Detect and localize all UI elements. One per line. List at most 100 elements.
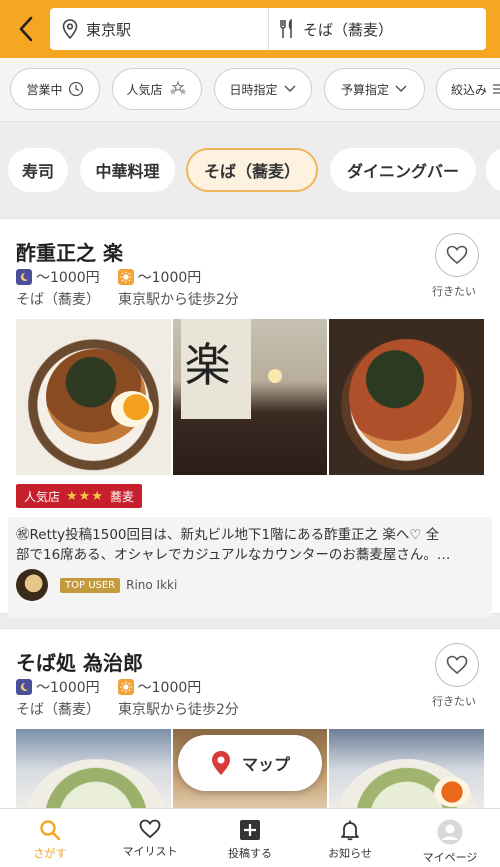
location-pin-icon xyxy=(62,19,78,39)
moon-icon xyxy=(16,679,32,695)
filter-popular[interactable]: 人気店 xyxy=(112,68,202,110)
interior-photo[interactable]: 楽 xyxy=(172,319,328,475)
search-icon xyxy=(40,820,61,841)
location-value: 東京駅 xyxy=(86,20,132,39)
restaurant-access: 東京駅から徒歩2分 xyxy=(118,702,239,718)
top-user-badge: TOP USER xyxy=(60,577,121,593)
wish-circle xyxy=(435,233,479,277)
review-text: ㊗Retty投稿1500回目は、新丸ビル地下1階にある酢重正之 楽へ♡ 全 部で… xyxy=(16,525,486,565)
badge-tag: 蕎麦 xyxy=(109,489,134,504)
restaurant-card[interactable]: 酢重正之 楽 〜1000円 〜1000円 そば（蕎麦） 東京駅から徒歩2分 行き… xyxy=(0,218,500,617)
sun-icon xyxy=(117,679,134,695)
map-button[interactable]: マップ xyxy=(178,735,322,791)
wish-label: 行きたい xyxy=(432,285,476,298)
tab-label: マイページ xyxy=(422,851,478,864)
map-button-label: マップ xyxy=(241,755,290,774)
food-photo[interactable] xyxy=(16,319,171,475)
badge-stars: ★★★ xyxy=(66,488,104,504)
avatar xyxy=(16,569,48,601)
review-box[interactable]: ㊗Retty投稿1500回目は、新丸ビル地下1階にある酢重正之 楽へ♡ 全 部で… xyxy=(8,517,492,617)
filter-date[interactable]: 日時指定 xyxy=(214,68,312,110)
filter-bar: 営業中 人気店 日時指定 予算指定 絞込み xyxy=(0,58,500,122)
dinner-price: 〜1000円 xyxy=(36,680,100,696)
filter-label: 絞込み xyxy=(451,82,488,97)
price-row: 〜1000円 〜1000円 xyxy=(16,677,201,697)
wish-circle xyxy=(435,643,479,687)
clock-icon xyxy=(68,81,83,97)
review-line: ㊗Retty投稿1500回目は、新丸ビル地下1階にある酢重正之 楽へ♡ 全 xyxy=(16,527,440,543)
back-button[interactable] xyxy=(12,14,40,44)
app-header: 東京駅 そば（蕎麦） xyxy=(0,0,500,58)
filter-open-now[interactable]: 営業中 xyxy=(10,68,100,110)
bell-icon xyxy=(341,820,359,841)
wish-button[interactable]: 行きたい xyxy=(432,643,480,709)
food-photo[interactable] xyxy=(329,729,484,819)
category-label: そば（蕎麦） xyxy=(203,162,300,181)
tab-label: 投稿する xyxy=(228,847,272,860)
restaurant-name: 酢重正之 楽 xyxy=(16,241,123,265)
popular-badge: 人気店 ★★★ 蕎麦 xyxy=(16,484,142,508)
lunch-price: 〜1000円 xyxy=(137,270,202,286)
wish-button[interactable]: 行きたい xyxy=(432,233,480,299)
tab-label: さがす xyxy=(33,847,67,860)
price-row: 〜1000円 〜1000円 xyxy=(16,267,201,287)
cutlery-icon xyxy=(280,19,292,38)
filter-icon xyxy=(493,84,500,94)
restaurant-meta: そば（蕎麦） 東京駅から徒歩2分 xyxy=(16,699,239,719)
tab-mypage[interactable]: マイページ xyxy=(400,809,500,867)
category-chinese[interactable]: 中華料理 xyxy=(80,148,175,192)
food-photo[interactable] xyxy=(329,319,484,475)
category-sushi[interactable]: 寿司 xyxy=(8,148,68,192)
restaurant-genre: そば（蕎麦） xyxy=(16,702,100,718)
review-line: 部で16席ある、オシャレでカジュアルなカウンターのお蕎麦屋さん。… xyxy=(16,547,451,563)
reviewer-name: Rino Ikki xyxy=(126,578,178,592)
heart-icon xyxy=(446,245,468,265)
dinner-price: 〜1000円 xyxy=(36,270,100,286)
filter-label: 日時指定 xyxy=(229,82,278,97)
photo-strip[interactable]: 楽 xyxy=(16,319,484,475)
restaurant-name: そば処 為治郎 xyxy=(16,651,143,675)
category-label: ダイニングバー xyxy=(346,162,459,181)
tab-label: お知らせ xyxy=(328,847,372,860)
wish-label: 行きたい xyxy=(432,695,476,708)
stars-icon xyxy=(168,81,187,95)
map-pin-icon xyxy=(211,751,230,775)
heart-icon xyxy=(446,655,468,675)
chevron-down-icon xyxy=(283,85,296,93)
plus-icon xyxy=(240,820,260,840)
location-field[interactable]: 東京駅 xyxy=(50,8,269,50)
tab-notifications[interactable]: お知らせ xyxy=(300,809,400,867)
category-label: 寿司 xyxy=(21,162,54,181)
filter-label: 人気店 xyxy=(126,82,163,97)
filter-label: 予算指定 xyxy=(340,82,389,97)
bottom-tab-bar: さがす マイリスト 投稿する お知らせ マイページ xyxy=(0,808,500,867)
filter-label: 営業中 xyxy=(26,82,63,97)
category-more[interactable] xyxy=(486,148,500,192)
chevron-left-icon xyxy=(19,16,33,42)
tab-mylist[interactable]: マイリスト xyxy=(100,809,200,867)
genre-value: そば（蕎麦） xyxy=(303,20,394,39)
filter-narrow[interactable]: 絞込み xyxy=(436,68,500,110)
restaurant-meta: そば（蕎麦） 東京駅から徒歩2分 xyxy=(16,289,239,309)
genre-field[interactable]: そば（蕎麦） xyxy=(269,8,486,50)
category-dining-bar[interactable]: ダイニングバー xyxy=(330,148,476,192)
photo-sign-text: 楽 xyxy=(184,338,231,392)
heart-icon xyxy=(139,819,161,839)
food-photo[interactable] xyxy=(16,729,171,819)
tab-search[interactable]: さがす xyxy=(0,809,100,867)
sun-icon xyxy=(117,269,134,285)
restaurant-genre: そば（蕎麦） xyxy=(16,292,100,308)
filter-budget[interactable]: 予算指定 xyxy=(324,68,425,110)
category-bar: 寿司 中華料理 そば（蕎麦） ダイニングバー xyxy=(0,122,500,216)
search-bar: 東京駅 そば（蕎麦） xyxy=(50,8,486,50)
tab-post[interactable]: 投稿する xyxy=(200,809,300,867)
moon-icon xyxy=(16,269,32,285)
user-icon xyxy=(437,819,463,845)
category-soba[interactable]: そば（蕎麦） xyxy=(186,148,318,192)
category-label: 中華料理 xyxy=(95,162,160,181)
tab-label: マイリスト xyxy=(122,845,178,858)
lunch-price: 〜1000円 xyxy=(137,680,202,696)
badge-label: 人気店 xyxy=(24,489,61,504)
reviewer[interactable]: TOP USER Rino Ikki xyxy=(16,569,177,601)
restaurant-access: 東京駅から徒歩2分 xyxy=(118,292,239,308)
